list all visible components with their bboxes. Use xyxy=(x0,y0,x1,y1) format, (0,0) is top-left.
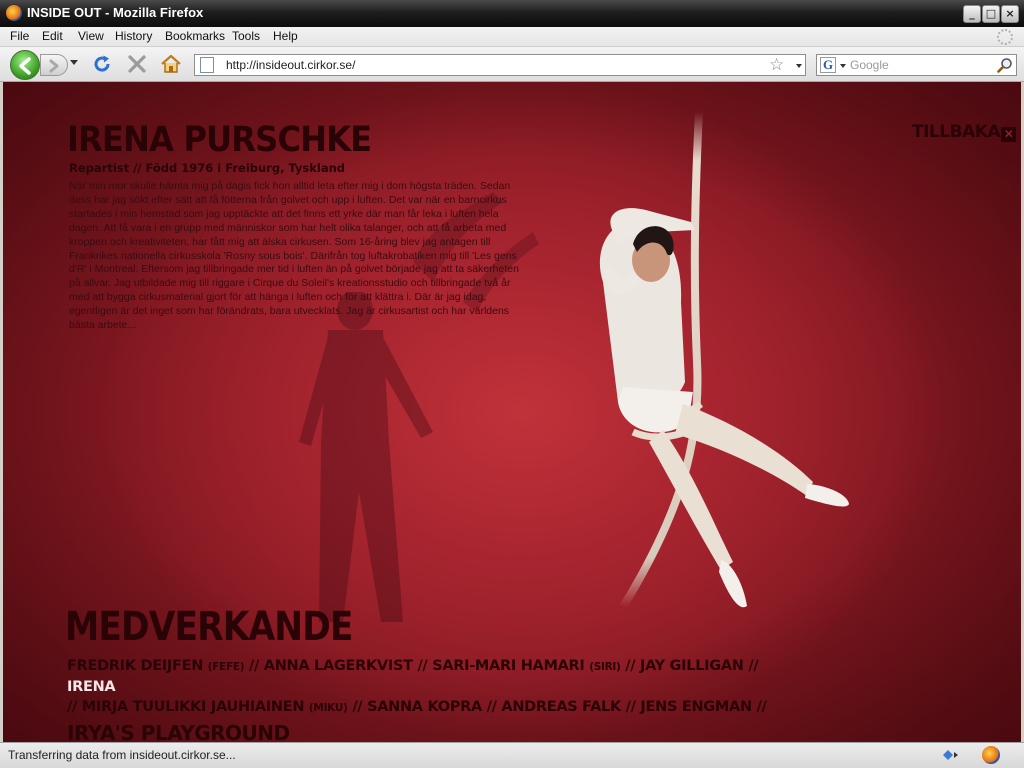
performer-name: IRENA PURSCHKE xyxy=(67,120,372,160)
aerial-performer-image xyxy=(599,112,849,610)
credit-link-playground[interactable]: IRYA'S PLAYGROUND xyxy=(67,720,290,742)
google-engine-icon[interactable]: G xyxy=(820,57,836,73)
title-bar: INSIDE OUT - Mozilla Firefox _ □ × xyxy=(0,0,1024,27)
credit-link[interactable]: SANNA KOPRA xyxy=(367,699,482,715)
bookmark-star-icon[interactable]: ☆ xyxy=(769,55,784,75)
addon-status-icon[interactable] xyxy=(941,747,959,763)
menu-tools[interactable]: Tools xyxy=(232,29,260,43)
back-link[interactable]: TILLBAKA ✕ xyxy=(912,122,1017,142)
credit-name: FREDRIK DEIJFEN xyxy=(67,658,204,674)
minimize-button[interactable]: _ xyxy=(963,5,981,23)
credits-title: MEDVERKANDE xyxy=(65,604,353,650)
credit-separator: // xyxy=(352,699,363,715)
credit-separator: // xyxy=(756,699,767,715)
credit-link[interactable]: MIRJA TUULIKKI JAUHIAINEN (MIKU) xyxy=(82,699,348,715)
close-button[interactable]: × xyxy=(1001,5,1019,23)
credit-link[interactable]: FREDRIK DEIJFEN (FEFE) xyxy=(67,658,245,674)
credit-separator: // xyxy=(417,658,428,674)
address-bar[interactable]: http://insideout.cirkor.se/ ☆ xyxy=(194,54,806,76)
window-title: INSIDE OUT - Mozilla Firefox xyxy=(27,5,204,20)
url-text[interactable]: http://insideout.cirkor.se/ xyxy=(226,58,355,72)
history-dropdown-icon[interactable] xyxy=(70,60,78,65)
credits-list: FREDRIK DEIJFEN (FEFE) // ANNA LAGERKVIS… xyxy=(67,656,767,742)
menu-history[interactable]: History xyxy=(115,29,152,43)
credit-link[interactable]: ANNA LAGERKVIST xyxy=(264,658,413,674)
engine-dropdown-icon[interactable] xyxy=(840,64,846,68)
performer-subtitle: Repartist // Född 1976 i Freiburg, Tyskl… xyxy=(69,161,346,175)
credit-name: MIRJA TUULIKKI JAUHIAINEN xyxy=(81,699,305,715)
menu-file[interactable]: File xyxy=(10,29,29,43)
forward-icon xyxy=(49,59,59,73)
credit-separator: // xyxy=(486,699,497,715)
credit-separator: // xyxy=(249,658,260,674)
credit-separator: // xyxy=(67,699,77,715)
credit-nickname: (SIRI) xyxy=(589,661,621,673)
close-x-icon: ✕ xyxy=(1001,127,1017,142)
firefox-status-icon[interactable] xyxy=(982,746,1000,764)
reload-icon[interactable] xyxy=(91,53,113,75)
search-input[interactable]: Google xyxy=(850,58,889,72)
page-icon xyxy=(200,57,214,73)
search-bar[interactable]: G Google xyxy=(816,54,1017,76)
credit-separator: // xyxy=(625,658,636,674)
back-icon xyxy=(19,57,31,75)
url-dropdown-icon[interactable] xyxy=(796,64,802,68)
menu-edit[interactable]: Edit xyxy=(42,29,63,43)
credit-separator: // xyxy=(748,658,759,674)
stop-icon[interactable] xyxy=(126,53,148,75)
performer-bio: När min mor skulle hämta mig på dagis fi… xyxy=(69,180,519,332)
credit-link[interactable]: JAY GILLIGAN xyxy=(640,658,744,674)
credit-separator: // xyxy=(625,699,636,715)
credit-link[interactable]: JENS ENGMAN xyxy=(640,699,752,715)
credit-nickname: (FEFE) xyxy=(207,661,245,673)
credit-name: SARI-MARI HAMARI xyxy=(432,658,585,674)
navigation-toolbar: http://insideout.cirkor.se/ ☆ G Google xyxy=(0,47,1024,82)
page-content: IRENA PURSCHKE Repartist // Född 1976 i … xyxy=(3,82,1021,742)
menu-bar: File Edit View History Bookmarks Tools H… xyxy=(0,27,1024,47)
maximize-button[interactable]: □ xyxy=(982,5,1000,23)
credit-nickname: (MIKU) xyxy=(308,702,348,714)
status-bar: Transferring data from insideout.cirkor.… xyxy=(0,742,1024,768)
menu-view[interactable]: View xyxy=(78,29,104,43)
credit-link-active[interactable]: IRENA xyxy=(67,679,116,695)
browser-window: INSIDE OUT - Mozilla Firefox _ □ × File … xyxy=(0,0,1024,768)
menu-bookmarks[interactable]: Bookmarks xyxy=(165,29,225,43)
search-icon[interactable] xyxy=(997,57,1013,73)
credit-link[interactable]: SARI-MARI HAMARI (SIRI) xyxy=(432,658,621,674)
firefox-icon xyxy=(6,5,22,21)
status-text: Transferring data from insideout.cirkor.… xyxy=(8,748,236,762)
back-link-label: TILLBAKA xyxy=(912,122,1001,142)
forward-button[interactable] xyxy=(40,54,68,76)
throbber-icon xyxy=(997,29,1013,45)
menu-help[interactable]: Help xyxy=(273,29,298,43)
back-button[interactable] xyxy=(10,50,40,80)
home-icon[interactable] xyxy=(160,53,182,75)
shadow-figure-image xyxy=(299,292,433,622)
credit-link[interactable]: ANDREAS FALK xyxy=(501,699,621,715)
